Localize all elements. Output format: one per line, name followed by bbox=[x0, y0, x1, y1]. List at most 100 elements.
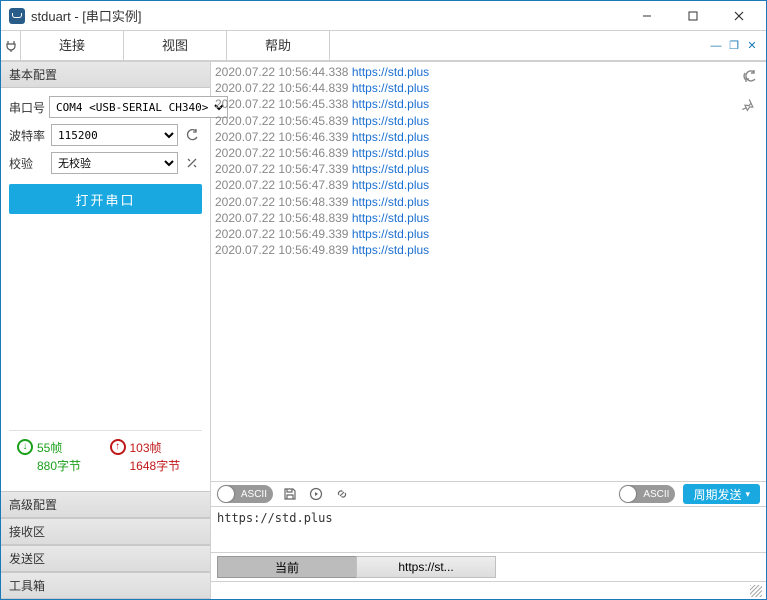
log-line: 2020.07.22 10:56:44.839 https://std.plus bbox=[215, 80, 762, 96]
statusbar bbox=[211, 581, 766, 599]
ascii-right-label: ASCII bbox=[643, 489, 669, 500]
log-timestamp: 2020.07.22 10:56:47.339 bbox=[215, 162, 348, 176]
ascii-toggle-left[interactable]: ASCII bbox=[217, 485, 273, 503]
parity-label: 校验 bbox=[9, 155, 47, 172]
link-icon[interactable] bbox=[333, 485, 351, 503]
log-link[interactable]: https://std.plus bbox=[352, 130, 429, 144]
menubar: 连接 视图 帮助 — ❐ ✕ bbox=[1, 31, 766, 61]
log-timestamp: 2020.07.22 10:56:49.839 bbox=[215, 243, 348, 257]
menu-help[interactable]: 帮助 bbox=[227, 31, 330, 60]
log-line: 2020.07.22 10:56:47.339 https://std.plus bbox=[215, 161, 762, 177]
send-tabs: 当前 https://st... bbox=[211, 553, 766, 581]
send-textarea[interactable]: https://std.plus bbox=[211, 507, 766, 553]
sidebar: 基本配置 串口号 COM4 <USB-SERIAL CH340> 波特率 115… bbox=[1, 62, 211, 599]
tx-down-icon: ↓ bbox=[17, 439, 33, 455]
log-line: 2020.07.22 10:56:45.839 https://std.plus bbox=[215, 113, 762, 129]
tab-second[interactable]: https://st... bbox=[356, 556, 496, 578]
log-area[interactable]: 2020.07.22 10:56:44.338 https://std.plus… bbox=[211, 62, 766, 481]
log-timestamp: 2020.07.22 10:56:48.839 bbox=[215, 211, 348, 225]
plug-icon[interactable] bbox=[1, 31, 21, 60]
log-line: 2020.07.22 10:56:46.339 https://std.plus bbox=[215, 129, 762, 145]
mdi-controls: — ❐ ✕ bbox=[708, 31, 766, 60]
log-link[interactable]: https://std.plus bbox=[352, 178, 429, 192]
log-timestamp: 2020.07.22 10:56:48.339 bbox=[215, 195, 348, 209]
mdi-minimize-icon[interactable]: — bbox=[708, 38, 724, 54]
tx-frames: 55帧 bbox=[37, 439, 81, 457]
log-timestamp: 2020.07.22 10:56:44.338 bbox=[215, 65, 348, 79]
log-link[interactable]: https://std.plus bbox=[352, 227, 429, 241]
close-button[interactable] bbox=[716, 1, 762, 31]
settings-icon[interactable] bbox=[182, 152, 202, 174]
app-icon bbox=[9, 8, 25, 24]
log-line: 2020.07.22 10:56:48.339 https://std.plus bbox=[215, 194, 762, 210]
resize-grip-icon[interactable] bbox=[750, 585, 762, 597]
open-port-button[interactable]: 打开串口 bbox=[9, 184, 202, 214]
log-line: 2020.07.22 10:56:46.839 https://std.plus bbox=[215, 145, 762, 161]
port-label: 串口号 bbox=[9, 99, 45, 116]
maximize-button[interactable] bbox=[670, 1, 716, 31]
mdi-restore-icon[interactable]: ❐ bbox=[726, 38, 742, 54]
minimize-button[interactable] bbox=[624, 1, 670, 31]
baud-label: 波特率 bbox=[9, 127, 47, 144]
sync-icon[interactable] bbox=[740, 66, 760, 86]
rx-bytes: 1648字节 bbox=[130, 457, 181, 475]
log-timestamp: 2020.07.22 10:56:47.839 bbox=[215, 178, 348, 192]
stats-panel: ↓ 55帧 880字节 ↑ 103帧 1648字节 bbox=[9, 430, 202, 483]
rx-up-icon: ↑ bbox=[110, 439, 126, 455]
log-line: 2020.07.22 10:56:45.338 https://std.plus bbox=[215, 96, 762, 112]
log-timestamp: 2020.07.22 10:56:49.339 bbox=[215, 227, 348, 241]
toggle-knob-icon bbox=[620, 486, 636, 502]
send-area-header[interactable]: 发送区 bbox=[1, 545, 210, 572]
menu-view[interactable]: 视图 bbox=[124, 31, 227, 60]
log-link[interactable]: https://std.plus bbox=[352, 97, 429, 111]
toolbox-header[interactable]: 工具箱 bbox=[1, 572, 210, 599]
log-side-tools bbox=[740, 66, 760, 116]
log-link[interactable]: https://std.plus bbox=[352, 81, 429, 95]
log-timestamp: 2020.07.22 10:56:45.338 bbox=[215, 97, 348, 111]
log-line: 2020.07.22 10:56:49.339 https://std.plus bbox=[215, 226, 762, 242]
log-line: 2020.07.22 10:56:44.338 https://std.plus bbox=[215, 64, 762, 80]
parity-select[interactable]: 无校验 bbox=[51, 152, 178, 174]
ascii-left-label: ASCII bbox=[241, 489, 267, 500]
advanced-config-header[interactable]: 高级配置 bbox=[1, 491, 210, 518]
log-link[interactable]: https://std.plus bbox=[352, 195, 429, 209]
baud-select[interactable]: 115200 bbox=[51, 124, 178, 146]
log-timestamp: 2020.07.22 10:56:45.839 bbox=[215, 114, 348, 128]
refresh-icon[interactable] bbox=[182, 124, 202, 146]
tx-stats: ↓ 55帧 880字节 bbox=[13, 439, 106, 475]
log-link[interactable]: https://std.plus bbox=[352, 243, 429, 257]
log-link[interactable]: https://std.plus bbox=[352, 146, 429, 160]
rx-stats: ↑ 103帧 1648字节 bbox=[106, 439, 199, 475]
period-send-button[interactable]: 周期发送 ▾ bbox=[683, 484, 760, 504]
pin-icon[interactable] bbox=[740, 96, 760, 116]
log-line: 2020.07.22 10:56:49.839 https://std.plus bbox=[215, 242, 762, 258]
tx-bytes: 880字节 bbox=[37, 457, 81, 475]
tab-current[interactable]: 当前 bbox=[217, 556, 357, 578]
play-icon[interactable] bbox=[307, 485, 325, 503]
period-send-label: 周期发送 bbox=[693, 486, 741, 503]
log-link[interactable]: https://std.plus bbox=[352, 65, 429, 79]
log-line: 2020.07.22 10:56:48.839 https://std.plus bbox=[215, 210, 762, 226]
log-link[interactable]: https://std.plus bbox=[352, 211, 429, 225]
rx-frames: 103帧 bbox=[130, 439, 181, 457]
log-timestamp: 2020.07.22 10:56:44.839 bbox=[215, 81, 348, 95]
main-area: 基本配置 串口号 COM4 <USB-SERIAL CH340> 波特率 115… bbox=[1, 61, 766, 599]
app-window: stduart - [串口实例] 连接 视图 帮助 — ❐ ✕ 基本配置 串口号… bbox=[0, 0, 767, 600]
chevron-down-icon: ▾ bbox=[745, 489, 750, 500]
receive-area-header[interactable]: 接收区 bbox=[1, 518, 210, 545]
content-area: 2020.07.22 10:56:44.338 https://std.plus… bbox=[211, 62, 766, 599]
save-icon[interactable] bbox=[281, 485, 299, 503]
log-link[interactable]: https://std.plus bbox=[352, 162, 429, 176]
port-select[interactable]: COM4 <USB-SERIAL CH340> bbox=[49, 96, 228, 118]
basic-config-header[interactable]: 基本配置 bbox=[1, 62, 210, 88]
log-timestamp: 2020.07.22 10:56:46.339 bbox=[215, 130, 348, 144]
menu-connect[interactable]: 连接 bbox=[21, 31, 124, 60]
sidebar-spacer bbox=[9, 220, 202, 424]
basic-config-body: 串口号 COM4 <USB-SERIAL CH340> 波特率 115200 校… bbox=[1, 88, 210, 491]
log-link[interactable]: https://std.plus bbox=[352, 114, 429, 128]
window-controls bbox=[624, 1, 762, 31]
log-timestamp: 2020.07.22 10:56:46.839 bbox=[215, 146, 348, 160]
mdi-close-icon[interactable]: ✕ bbox=[744, 38, 760, 54]
ascii-toggle-right[interactable]: ASCII bbox=[619, 485, 675, 503]
log-line: 2020.07.22 10:56:47.839 https://std.plus bbox=[215, 177, 762, 193]
